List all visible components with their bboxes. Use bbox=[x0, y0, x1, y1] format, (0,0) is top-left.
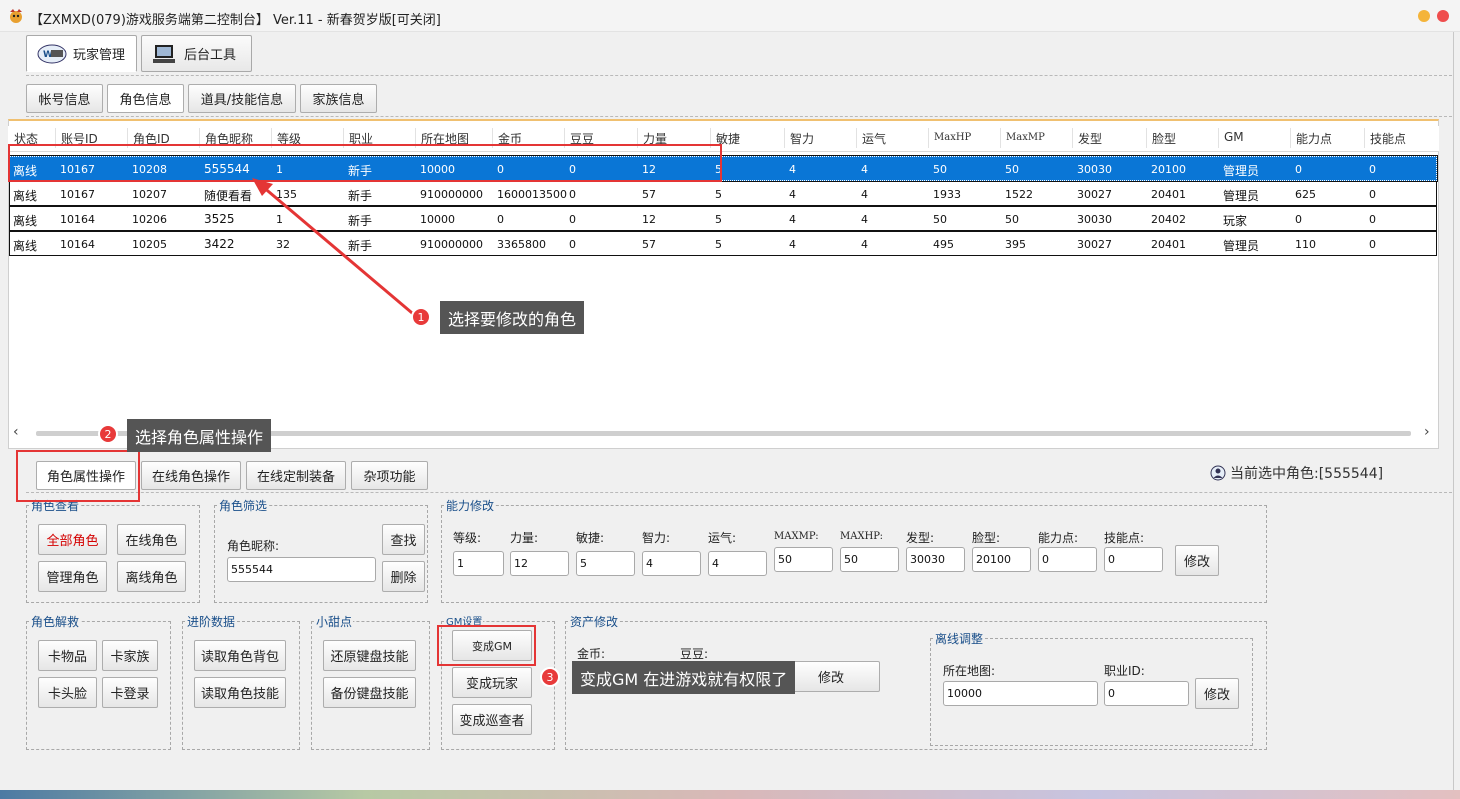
annotation-badge: 2 bbox=[98, 424, 118, 444]
annotation-callout: 变成GM 在进游戏就有权限了 bbox=[572, 661, 796, 694]
annotation-badge: 3 bbox=[540, 667, 560, 687]
desktop-background-strip bbox=[0, 790, 1460, 799]
annotation-badge: 1 bbox=[411, 307, 431, 327]
annotation-callout: 选择角色属性操作 bbox=[127, 419, 272, 452]
annotation-callout: 选择要修改的角色 bbox=[440, 301, 585, 334]
